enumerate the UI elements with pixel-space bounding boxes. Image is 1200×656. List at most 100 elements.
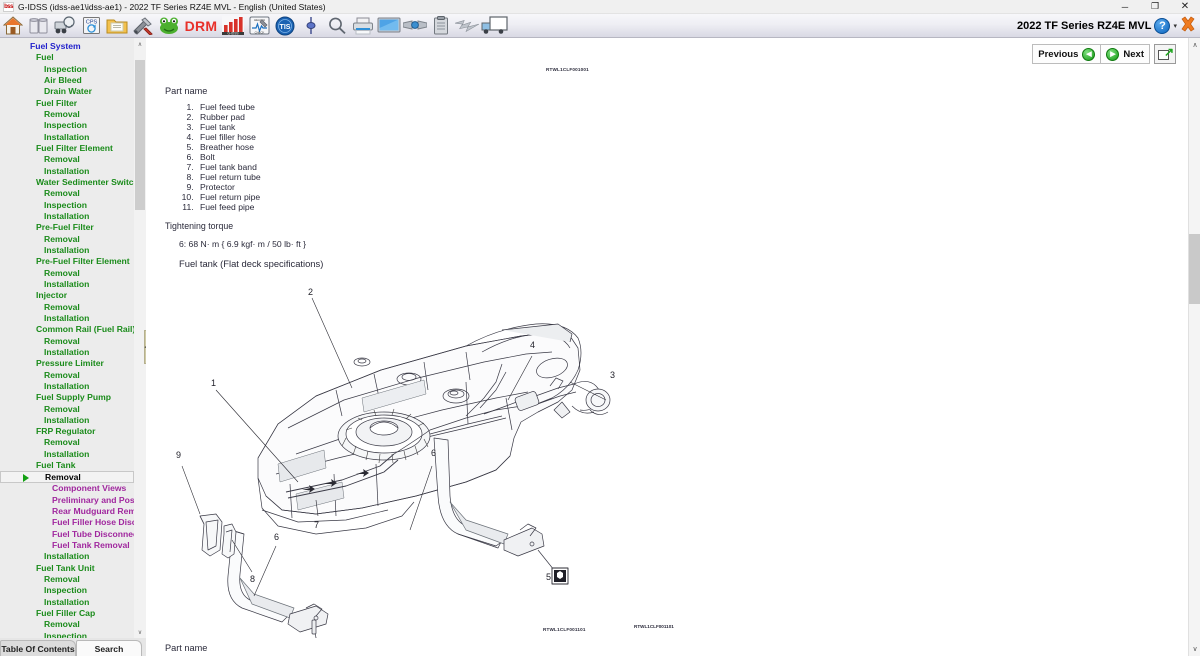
sidebar-item[interactable]: Removal bbox=[0, 437, 134, 448]
folder-icon[interactable] bbox=[105, 15, 129, 37]
sidebar-item[interactable]: Installation bbox=[0, 597, 134, 608]
content-scrollbar[interactable]: ∧ ∨ bbox=[1188, 38, 1200, 656]
sidebar-item[interactable]: Pre-Fuel Filter Element bbox=[0, 256, 134, 267]
callout-7: 7 bbox=[314, 520, 319, 530]
scroll-down-icon[interactable]: ∨ bbox=[134, 626, 146, 638]
bar-chart-icon[interactable]: G-IDSS bbox=[221, 15, 245, 37]
sidebar-item[interactable]: Drain Water bbox=[0, 86, 134, 97]
document-code-top: RTWL1CLF001001 bbox=[546, 67, 589, 72]
sidebar-item[interactable]: Installation bbox=[0, 551, 134, 562]
sidebar-item[interactable]: Installation bbox=[0, 415, 134, 426]
sidebar-item[interactable]: Fuel Tank Unit bbox=[0, 563, 134, 574]
sidebar-item[interactable]: Removal bbox=[0, 188, 134, 199]
content-scroll-down-icon[interactable]: ∨ bbox=[1189, 642, 1200, 656]
sidebar-item[interactable]: Fuel Tank bbox=[0, 460, 134, 471]
search-magnifier-icon[interactable] bbox=[325, 15, 349, 37]
sidebar-item[interactable]: FRP Regulator bbox=[0, 426, 134, 437]
sidebar-item[interactable]: Air Bleed bbox=[0, 75, 134, 86]
tab-search[interactable]: Search bbox=[76, 640, 142, 656]
help-icon[interactable]: ? bbox=[1154, 18, 1170, 34]
printer-icon[interactable] bbox=[351, 15, 375, 37]
part-list-item: Breather hose bbox=[196, 142, 261, 152]
exit-icon[interactable] bbox=[1180, 16, 1196, 35]
sidebar-scroll-thumb[interactable] bbox=[135, 60, 145, 210]
sidebar-item[interactable]: Component Views bbox=[0, 483, 134, 494]
sidebar-item[interactable]: Installation bbox=[0, 166, 134, 177]
tis-icon[interactable]: TIS bbox=[273, 15, 297, 37]
scroll-up-icon[interactable]: ∧ bbox=[134, 38, 146, 50]
toolbar-right-group: 2022 TF Series RZ4E MVL ? ▾ bbox=[1017, 16, 1200, 35]
sidebar-item[interactable]: Removal bbox=[0, 302, 134, 313]
sidebar-item[interactable]: Pressure Limiter bbox=[0, 358, 134, 369]
sidebar-item[interactable]: Fuel System bbox=[0, 41, 134, 52]
sidebar-item[interactable]: Installation bbox=[0, 211, 134, 222]
sidebar-item[interactable]: Fuel Tank Removal bbox=[0, 540, 134, 551]
sidebar-item[interactable]: Inspection bbox=[0, 631, 134, 638]
close-button[interactable]: ✕ bbox=[1170, 0, 1200, 14]
health-check-icon[interactable]: HEALTH CHECK bbox=[247, 15, 271, 37]
sidebar-item[interactable]: Fuel Supply Pump bbox=[0, 392, 134, 403]
sidebar-item[interactable]: Installation bbox=[0, 313, 134, 324]
callout-2: 2 bbox=[308, 287, 313, 297]
lightning-icon[interactable] bbox=[455, 15, 479, 37]
database-icon[interactable] bbox=[27, 15, 51, 37]
sidebar-item[interactable]: Fuel bbox=[0, 52, 134, 63]
pin-icon[interactable] bbox=[299, 15, 323, 37]
sidebar-item[interactable]: Pre-Fuel Filter bbox=[0, 222, 134, 233]
callout-5-right: 5 bbox=[546, 572, 551, 582]
sidebar-item[interactable]: Inspection bbox=[0, 200, 134, 211]
sidebar-item[interactable]: Removal bbox=[0, 574, 134, 585]
sidebar-item[interactable]: Fuel Filter Element bbox=[0, 143, 134, 154]
cps-icon[interactable]: CPS bbox=[79, 15, 103, 37]
toc-tree[interactable]: Fuel SystemFuelInspectionAir BleedDrain … bbox=[0, 38, 134, 638]
fuel-tank-diagram: 1 2 3 4 5 5 6 6 7 8 9 RTWL1CLF001101 bbox=[166, 278, 726, 638]
sidebar-item[interactable]: Fuel Filter bbox=[0, 98, 134, 109]
sidebar-item[interactable]: Injector bbox=[0, 290, 134, 301]
sidebar-item[interactable]: Installation bbox=[0, 279, 134, 290]
sidebar-item[interactable]: Installation bbox=[0, 347, 134, 358]
sidebar-item[interactable]: Fuel Filler Hose Disc bbox=[0, 517, 134, 528]
model-title: 2022 TF Series RZ4E MVL bbox=[1017, 20, 1152, 32]
sidebar-item[interactable]: Inspection bbox=[0, 64, 134, 75]
sidebar-item[interactable]: Removal bbox=[0, 404, 134, 415]
sidebar-item[interactable]: Removal bbox=[0, 234, 134, 245]
sidebar-item[interactable]: Removal bbox=[0, 109, 134, 120]
sidebar-item[interactable]: Common Rail (Fuel Rail) bbox=[0, 324, 134, 335]
content-scroll-thumb[interactable] bbox=[1189, 234, 1200, 304]
sidebar-item[interactable]: Removal bbox=[0, 336, 134, 347]
sidebar-item[interactable]: Removal bbox=[0, 619, 134, 630]
sidebar-item[interactable]: Installation bbox=[0, 245, 134, 256]
maximize-button[interactable]: ❐ bbox=[1140, 0, 1170, 14]
chevron-down-icon[interactable]: ▾ bbox=[1173, 22, 1177, 30]
vehicle-diagnostics-icon[interactable] bbox=[53, 15, 77, 37]
monitor-icon[interactable] bbox=[377, 15, 401, 37]
sidebar-item[interactable]: Removal bbox=[0, 370, 134, 381]
sidebar-item[interactable]: Fuel Tube Disconnec bbox=[0, 529, 134, 540]
drm-icon[interactable]: DRM bbox=[183, 15, 219, 37]
sidebar-item[interactable]: Installation bbox=[0, 449, 134, 460]
home-icon[interactable] bbox=[1, 15, 25, 37]
sidebar-item[interactable]: Removal bbox=[0, 154, 134, 165]
sidebar-item[interactable]: Water Sedimenter Switch bbox=[0, 177, 134, 188]
connector-icon[interactable] bbox=[403, 15, 427, 37]
frog-icon[interactable] bbox=[157, 15, 181, 37]
callout-1: 1 bbox=[211, 378, 216, 388]
tools-icon[interactable] bbox=[131, 15, 155, 37]
callout-3: 3 bbox=[610, 370, 615, 380]
tab-table-of-contents[interactable]: Table Of Contents bbox=[0, 640, 76, 656]
sidebar-item-selected[interactable]: Removal bbox=[0, 471, 134, 483]
sidebar-item[interactable]: Removal bbox=[0, 268, 134, 279]
sidebar-item[interactable]: Rear Mudguard Rem bbox=[0, 506, 134, 517]
minimize-button[interactable]: ─ bbox=[1110, 0, 1140, 14]
content-scroll-up-icon[interactable]: ∧ bbox=[1189, 38, 1200, 52]
sidebar-item[interactable]: Inspection bbox=[0, 585, 134, 596]
clipboard-icon[interactable] bbox=[429, 15, 453, 37]
main-toolbar: CPS DRM bbox=[0, 14, 1200, 38]
sidebar-item[interactable]: Installation bbox=[0, 381, 134, 392]
part-list-item: Fuel return pipe bbox=[196, 192, 261, 202]
sidebar-item[interactable]: Installation bbox=[0, 132, 134, 143]
truck-icon[interactable] bbox=[481, 15, 509, 37]
sidebar-item[interactable]: Fuel Filler Cap bbox=[0, 608, 134, 619]
sidebar-item[interactable]: Inspection bbox=[0, 120, 134, 131]
sidebar-item[interactable]: Preliminary and Post bbox=[0, 495, 134, 506]
